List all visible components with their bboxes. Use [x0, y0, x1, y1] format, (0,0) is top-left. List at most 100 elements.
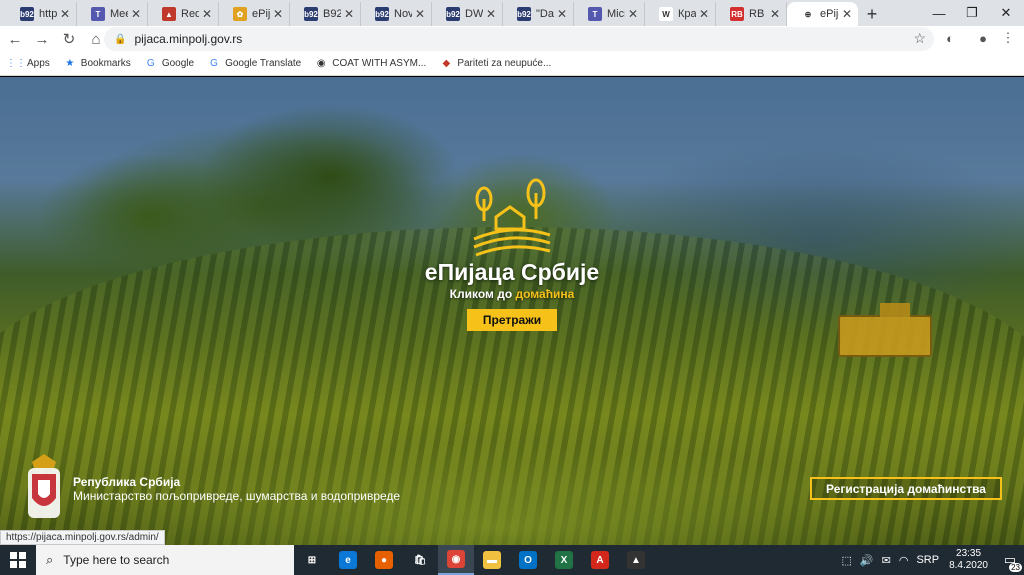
- taskbar-search[interactable]: ⌕ Type here to search: [36, 545, 294, 575]
- close-tab-icon[interactable]: ✕: [273, 7, 283, 21]
- wikipedia-icon: W: [659, 7, 673, 21]
- epijaca-icon: ✿: [233, 7, 247, 21]
- teams-icon: T: [91, 7, 105, 21]
- tab-strip: b92https:✕TMeet✕▲Redu✕✿ePijac✕b92B92 -✕b…: [0, 0, 1024, 26]
- bookmark-item[interactable]: ◉ COAT WITH ASYM...: [315, 58, 426, 70]
- close-tab-icon[interactable]: ✕: [628, 7, 638, 21]
- lock-icon: 🔒: [114, 33, 127, 45]
- taskbar-app-photos[interactable]: ▲: [618, 545, 654, 575]
- bookmark-label: Apps: [27, 58, 50, 69]
- tab-title: Nove: [394, 8, 412, 20]
- browser-tab[interactable]: b92 Nove✕: [361, 2, 432, 26]
- tab-title: RB Gl: [749, 8, 767, 20]
- language-indicator[interactable]: SRP: [916, 554, 939, 566]
- tab-title: "Dark: [536, 8, 554, 20]
- tab-title: DW: I: [465, 8, 483, 20]
- taskbar-app-excel[interactable]: X: [546, 545, 582, 575]
- excel-icon: X: [555, 551, 573, 569]
- close-tab-icon[interactable]: ✕: [202, 7, 212, 21]
- browser-tab[interactable]: b92 DW: I✕: [432, 2, 503, 26]
- reload-icon[interactable]: ↻: [57, 27, 81, 51]
- taskbar-search-placeholder: Type here to search: [63, 553, 170, 567]
- extension-icon[interactable]: ◐: [939, 27, 961, 49]
- search-button[interactable]: Претражи: [467, 309, 557, 331]
- browser-tab[interactable]: b92 B92 -✕: [290, 2, 361, 26]
- system-tray: ⬚ 🔊 ✉ ◠ SRP 23:35 8.4.2020 ▭ 23: [838, 545, 1024, 575]
- close-tab-icon[interactable]: ✕: [486, 7, 496, 21]
- clock-time: 23:35: [956, 548, 982, 559]
- clock[interactable]: 23:35 8.4.2020: [949, 548, 988, 572]
- chrome-icon: ◉: [447, 550, 465, 568]
- close-tab-icon[interactable]: ✕: [60, 7, 70, 21]
- url-text[interactable]: pijaca.minpolj.gov.rs: [134, 32, 242, 46]
- back-icon[interactable]: ←: [3, 27, 27, 51]
- bookmark-item[interactable]: G Google: [145, 58, 194, 70]
- file-explorer-icon: ▬: [483, 551, 501, 569]
- profile-icon[interactable]: ●: [972, 27, 994, 49]
- task-view-icon: ⊞: [307, 554, 317, 566]
- new-tab-button[interactable]: +: [858, 2, 886, 26]
- close-tab-icon[interactable]: ✕: [131, 7, 141, 21]
- close-tab-icon[interactable]: ✕: [415, 7, 425, 21]
- close-window-button[interactable]: ✕: [989, 0, 1023, 26]
- site-icon: ◉: [316, 58, 326, 69]
- tab-title: Крал: [678, 8, 696, 20]
- taskbar-app-store[interactable]: 🛍: [402, 545, 438, 575]
- bookmark-item[interactable]: ◆ Pariteti za neupuće...: [440, 58, 551, 70]
- translate-icon: G: [210, 58, 218, 69]
- windows-start-icon[interactable]: [0, 545, 36, 575]
- taskbar-app-firefox[interactable]: ●: [366, 545, 402, 575]
- republic-label: Република Србија: [73, 475, 181, 489]
- close-tab-icon[interactable]: ✕: [699, 7, 709, 21]
- notification-icon[interactable]: ▭ 23: [996, 545, 1024, 575]
- taskbar-app-task-view[interactable]: ⊞: [294, 545, 330, 575]
- browser-tab[interactable]: W Крал✕: [645, 2, 716, 26]
- close-tab-icon[interactable]: ✕: [770, 7, 780, 21]
- wifi-icon[interactable]: ◠: [899, 554, 909, 567]
- register-household-button[interactable]: Регистрација домаћинства: [810, 477, 1002, 500]
- minimize-button[interactable]: —: [922, 0, 956, 26]
- close-tab-icon[interactable]: ✕: [557, 7, 567, 21]
- forward-icon[interactable]: →: [30, 27, 54, 51]
- close-tab-icon[interactable]: ✕: [842, 7, 852, 21]
- browser-tab[interactable]: RB RB Gl✕: [716, 2, 787, 26]
- rb-icon: RB: [730, 7, 744, 21]
- bookmark-item[interactable]: ★ Bookmarks: [64, 58, 131, 70]
- status-url: https://pijaca.minpolj.gov.rs/admin/: [0, 530, 165, 545]
- browser-tab[interactable]: T Meet✕: [77, 2, 148, 26]
- taskbar-app-acrobat[interactable]: A: [582, 545, 618, 575]
- notification-count: 23: [1009, 563, 1022, 572]
- taskbar-app-edge[interactable]: e: [330, 545, 366, 575]
- browser-tab[interactable]: b92 "Dark✕: [503, 2, 574, 26]
- hero-background: еПијаца Србије Кликом до домаћина Претра…: [0, 77, 1024, 545]
- bookmarks-bar: ⋮⋮ Apps ★ Bookmarks G Google G Google Translate…: [0, 52, 1024, 76]
- restore-button[interactable]: ❐: [955, 0, 989, 26]
- bookmark-item[interactable]: ⋮⋮ Apps: [6, 58, 50, 70]
- store-icon: 🛍: [413, 554, 427, 566]
- browser-tab[interactable]: b92 https:✕: [6, 2, 77, 26]
- bookmark-item[interactable]: G Google Translate: [208, 58, 301, 70]
- taskbar-app-file-explorer[interactable]: ▬: [474, 545, 510, 575]
- tab-title: Micro: [607, 8, 625, 20]
- browser-tab[interactable]: ⊕ ePija✕: [787, 2, 858, 26]
- browser-tab[interactable]: ✿ ePijac✕: [219, 2, 290, 26]
- tab-title: Meet: [110, 8, 128, 20]
- address-bar[interactable]: 🔒 pijaca.minpolj.gov.rs ☆: [104, 27, 934, 51]
- b92-icon: b92: [446, 7, 460, 21]
- taskbar-app-chrome[interactable]: ◉: [438, 545, 474, 575]
- browser-tab[interactable]: ▲ Redu✕: [148, 2, 219, 26]
- volume-icon[interactable]: 🔊: [860, 554, 874, 567]
- outlook-tray-icon[interactable]: ✉: [882, 554, 891, 567]
- slogan-text: Кликом до: [449, 287, 516, 301]
- menu-icon[interactable]: ⋮: [997, 27, 1019, 49]
- windows-taskbar: ⌕ Type here to search ⊞ e ● 🛍 ◉ ▬ O X A ▲ ⬚ 🔊 ✉ ◠…: [0, 545, 1024, 575]
- epijaca-logo-icon: [473, 178, 551, 257]
- bookmark-star-icon[interactable]: ☆: [913, 30, 926, 47]
- close-tab-icon[interactable]: ✕: [344, 7, 354, 21]
- bookmark-label: Google Translate: [225, 58, 302, 69]
- browser-tab[interactable]: T Micro✕: [574, 2, 645, 26]
- network-icon[interactable]: ⬚: [842, 554, 852, 567]
- taskbar-apps: ⊞ e ● 🛍 ◉ ▬ O X A ▲: [294, 545, 654, 575]
- taskbar-app-outlook[interactable]: O: [510, 545, 546, 575]
- tab-title: Redu: [181, 8, 199, 20]
